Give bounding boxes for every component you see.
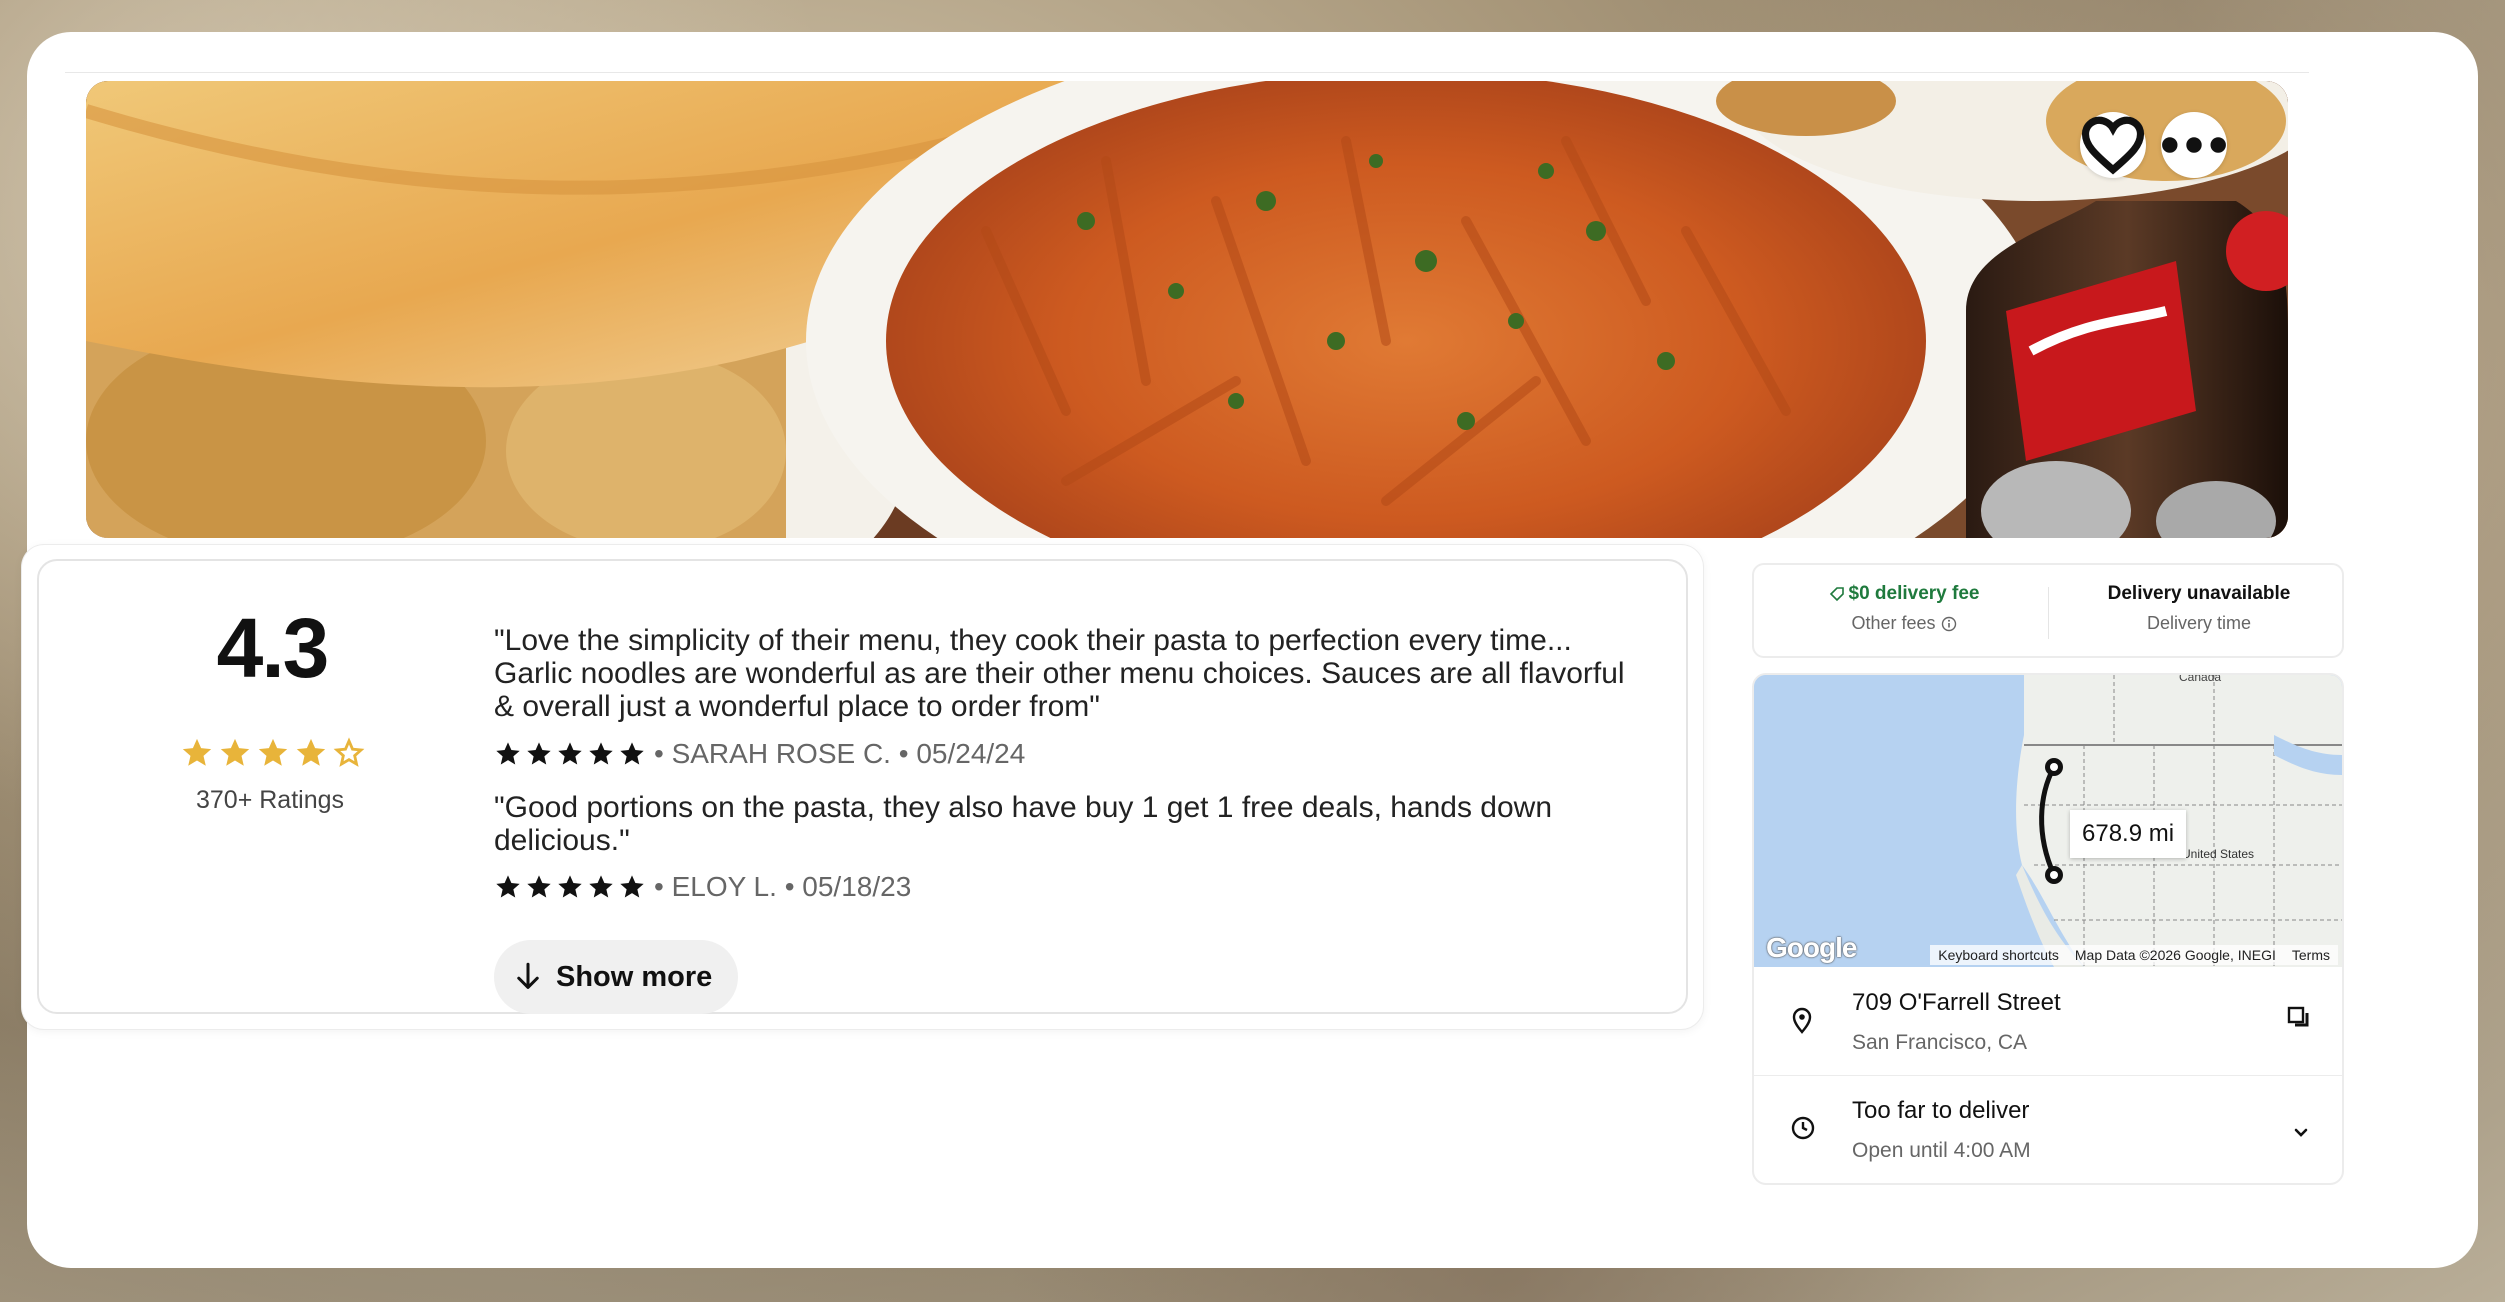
address-row: 709 O'Farrell Street San Francisco, CA xyxy=(1754,969,2342,1075)
favorite-button[interactable] xyxy=(2080,112,2146,178)
delivery-status-label: Delivery unavailable xyxy=(2107,583,2291,604)
other-fees-row: Other fees xyxy=(1764,613,2044,634)
hours-status: Too far to deliver xyxy=(1852,1097,2030,1124)
rating-score: 4.3 xyxy=(216,601,330,695)
star-outline-icon xyxy=(333,737,365,767)
hero-image xyxy=(86,81,2288,538)
show-more-label: Show more xyxy=(556,960,713,993)
ellipsis-icon xyxy=(2162,137,2226,153)
review-text: "Love the simplicity of their menu, they… xyxy=(494,624,1625,723)
map-label-canada: Canada xyxy=(2179,675,2221,684)
map-label-country: United States xyxy=(2182,847,2254,861)
show-more-button[interactable]: Show more xyxy=(494,940,739,1014)
review-text: "Good portions on the pasta, they also h… xyxy=(494,791,1553,857)
map-view[interactable]: Canada United States 678.9 mi Google Key… xyxy=(1754,675,2342,967)
address-street: 709 O'Farrell Street xyxy=(1852,989,2061,1016)
terms-link[interactable]: Terms xyxy=(2292,947,2330,963)
arrow-down-icon xyxy=(517,962,539,989)
review-meta: • ELOY L. • 05/18/23 xyxy=(494,871,911,903)
more-options-button[interactable] xyxy=(2161,112,2227,178)
chevron-down-icon[interactable] xyxy=(2290,1121,2312,1143)
google-logo: Google xyxy=(1766,932,1857,963)
rating-stars xyxy=(180,736,366,770)
delivery-time-label: Delivery time xyxy=(2146,613,2252,633)
map-footer: Keyboard shortcuts Map Data ©2026 Google… xyxy=(1930,945,2338,965)
map-data-label: Map Data ©2026 Google, INEGI xyxy=(2074,947,2276,963)
star-icon xyxy=(258,738,288,766)
location-card: Canada United States 678.9 mi Google Key… xyxy=(1752,673,2344,1185)
hours-open-until: Open until 4:00 AM xyxy=(1852,1139,2031,1162)
tag-icon xyxy=(1829,587,1844,602)
review-author-date: • SARAH ROSE C. • 05/24/24 xyxy=(654,738,1026,769)
info-divider xyxy=(1754,1075,2342,1076)
other-fees-label: Other fees xyxy=(1851,613,1936,633)
top-divider xyxy=(65,72,2309,73)
location-pin-icon xyxy=(1792,1007,1812,1034)
delivery-fee[interactable]: $0 delivery fee Other fees xyxy=(1764,583,2044,634)
delivery-info: $0 delivery fee Other fees Delivery unav… xyxy=(1752,563,2344,658)
delivery-fee-row: $0 delivery fee xyxy=(1764,583,2044,605)
keyboard-shortcuts-link[interactable]: Keyboard shortcuts xyxy=(1938,947,2059,963)
heart-icon xyxy=(2081,116,2145,175)
review-meta: • SARAH ROSE C. • 05/24/24 xyxy=(494,738,1025,770)
copy-icon[interactable] xyxy=(2286,1005,2312,1031)
star-icon xyxy=(296,738,326,766)
delivery-fee-label: $0 delivery fee xyxy=(1848,583,1980,604)
info-icon[interactable] xyxy=(1941,616,1957,632)
star-icon xyxy=(182,738,212,766)
delivery-divider xyxy=(2048,587,2049,639)
hours-row[interactable]: Too far to deliver Open until 4:00 AM xyxy=(1754,1077,2342,1183)
distance-label: 678.9 mi xyxy=(2070,810,2187,858)
delivery-status: Delivery unavailable Delivery time xyxy=(2059,583,2339,634)
clock-icon xyxy=(1791,1116,1815,1140)
star-icon xyxy=(220,738,250,766)
review-author-date: • ELOY L. • 05/18/23 xyxy=(654,871,912,902)
rating-count: 370+ Ratings xyxy=(195,786,345,814)
address-city: San Francisco, CA xyxy=(1852,1031,2028,1054)
review-stars xyxy=(494,873,646,901)
review-stars xyxy=(494,740,646,768)
